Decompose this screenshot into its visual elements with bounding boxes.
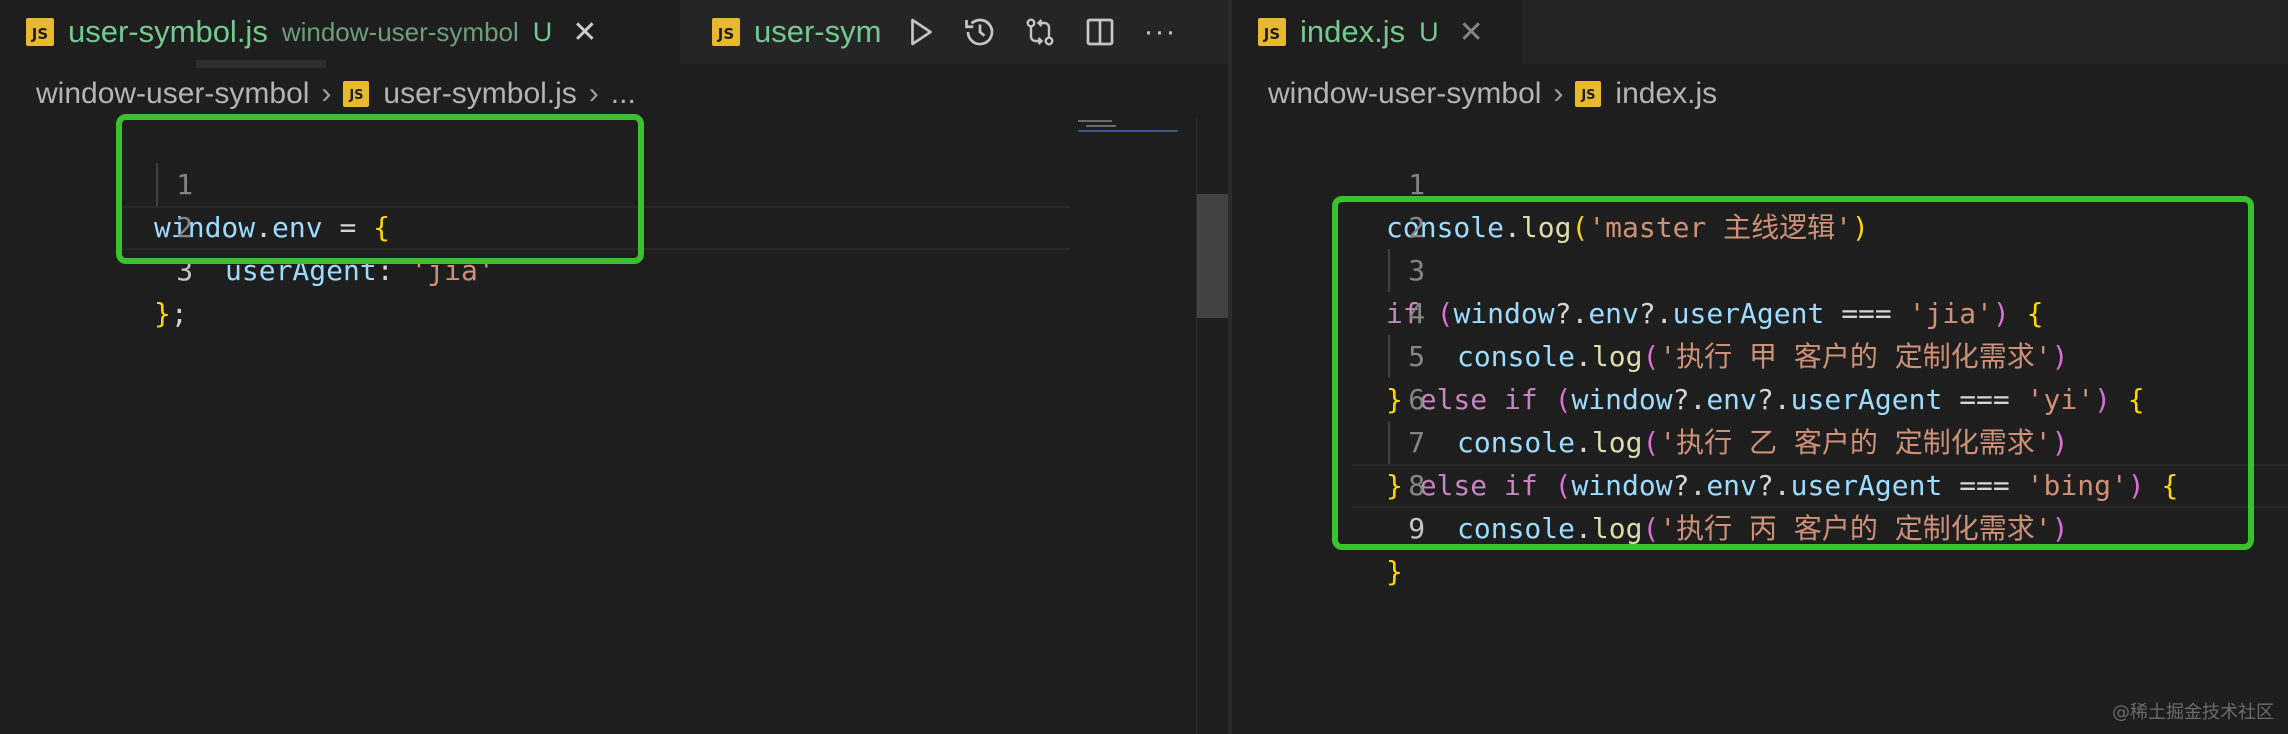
code-line: 8 console.log('执行 丙 客户的 定制化需求'): [1232, 421, 2068, 545]
more-actions-icon[interactable]: ···: [1130, 0, 1190, 64]
right-tab-bar: JS index.js U ✕: [1232, 0, 2288, 64]
untracked-status: U: [1419, 16, 1439, 47]
breadcrumb-folder[interactable]: window-user-symbol: [36, 77, 309, 111]
chevron-right-icon: ›: [321, 77, 332, 110]
watermark: @稀土掘金技术社区: [2112, 702, 2274, 723]
active-tab-indicator: [196, 60, 326, 68]
code-line: 7 } else if (window?.env?.userAgent === …: [1232, 378, 2178, 502]
code-line: 9 }: [1232, 464, 1425, 588]
breadcrumb-file-label: user-symbol.js: [383, 77, 577, 110]
js-file-icon: JS: [1575, 81, 1602, 107]
code-line: 4 console.log('执行 甲 客户的 定制化需求'): [1232, 249, 2068, 373]
breadcrumb-file-label: index.js: [1615, 77, 1718, 110]
left-editor-pane: JS user-symbol.js window-user-symbol U ✕…: [0, 0, 1228, 734]
split-editor-icon[interactable]: [1070, 0, 1130, 64]
timeline-icon[interactable]: [950, 0, 1010, 64]
breadcrumb-file[interactable]: JS user-symbol.js: [343, 77, 577, 111]
js-file-icon: JS: [1258, 18, 1286, 46]
js-file-icon: JS: [26, 18, 54, 46]
code-line: 2 userAgent: 'jia': [0, 163, 494, 287]
code-line: 6 console.log('执行 乙 客户的 定制化需求'): [1232, 335, 2068, 459]
chevron-right-icon: ›: [1553, 77, 1564, 110]
breadcrumb-symbol[interactable]: ...: [611, 77, 636, 111]
scrollbar-thumb[interactable]: [1197, 194, 1228, 318]
highlight-box: [116, 114, 644, 264]
untracked-status: U: [532, 16, 553, 47]
compare-changes-icon[interactable]: [1010, 0, 1070, 64]
close-icon[interactable]: ✕: [572, 15, 597, 50]
chevron-right-icon: ›: [588, 77, 599, 110]
breadcrumb-folder[interactable]: window-user-symbol: [1268, 77, 1541, 111]
tab-label: user-symbol.js: [68, 14, 268, 49]
editor-actions: ···: [890, 0, 1228, 64]
tab-label: index.js: [1300, 14, 1406, 49]
right-editor-pane: JS index.js U ✕ window-user-symbol › JS …: [1232, 0, 2288, 734]
breadcrumb: window-user-symbol › JS user-symbol.js ›…: [36, 70, 636, 118]
tab-index-js[interactable]: JS index.js U ✕: [1232, 0, 1522, 64]
code-line: 2: [1232, 163, 1425, 244]
close-icon[interactable]: ✕: [1459, 15, 1484, 50]
vertical-scrollbar[interactable]: [1196, 118, 1228, 734]
tab-user-symbol-js[interactable]: JS user-symbol.js window-user-symbol U ✕: [0, 0, 680, 64]
code-line: 3 if (window?.env?.userAgent === 'jia') …: [1232, 206, 2044, 330]
js-file-icon: JS: [712, 18, 740, 46]
breadcrumb-file[interactable]: JS index.js: [1575, 77, 1717, 111]
js-file-icon: JS: [343, 81, 370, 107]
minimap[interactable]: [1074, 118, 1194, 138]
highlight-box: [1332, 196, 2254, 550]
tab-label: user-sym: [754, 14, 882, 49]
code-line: 3 };: [0, 206, 193, 330]
run-icon[interactable]: [890, 0, 950, 64]
code-line: 5 } else if (window?.env?.userAgent === …: [1232, 292, 2145, 416]
code-line: 1 window.env = {: [0, 120, 390, 244]
tab-description: window-user-symbol: [281, 16, 519, 47]
code-line: 1 console.log('master 主线逻辑'): [1232, 120, 1869, 244]
tab-user-symbol-js-2[interactable]: JS user-sym: [680, 0, 890, 64]
breadcrumb: window-user-symbol › JS index.js: [1268, 70, 1717, 118]
